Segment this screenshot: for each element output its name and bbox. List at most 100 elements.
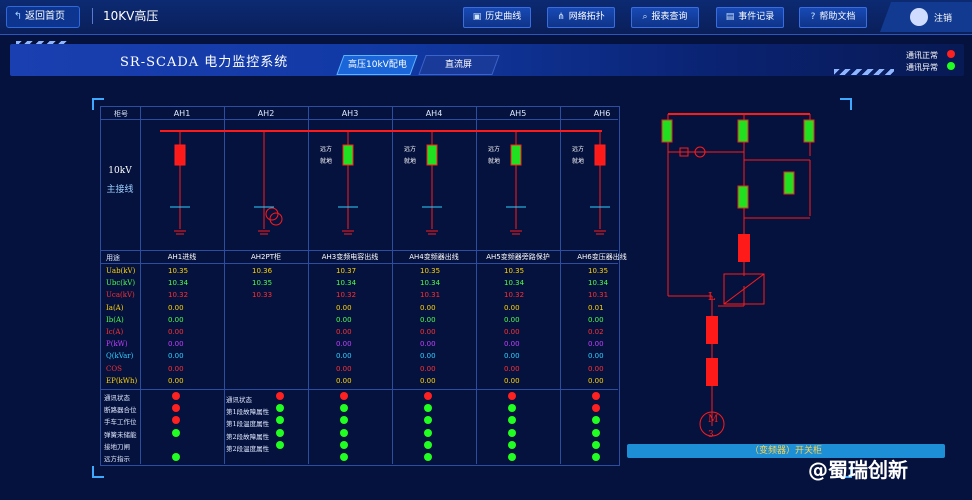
measure-value: 0.00	[336, 352, 352, 361]
purpose-ah1[interactable]: AH1进线	[140, 252, 224, 262]
page-title: 10KV高压	[92, 8, 158, 24]
purpose-header: 用途	[106, 254, 120, 262]
measure-value: 0.00	[420, 303, 436, 312]
measure-value: 0.00	[588, 352, 604, 361]
user-area[interactable]: 注销	[880, 2, 972, 32]
measure-value: 10.36	[252, 267, 273, 275]
measure-value: 0.00	[504, 340, 520, 349]
status-indicator	[172, 428, 180, 437]
measure-value: 0.00	[420, 352, 436, 361]
pt-status-label: 第2段温度属性	[226, 444, 270, 453]
status-label: 远方指示	[104, 455, 130, 463]
measure-value: 0.00	[336, 315, 352, 324]
breaker-icon	[174, 144, 186, 166]
status-indicator	[508, 404, 516, 413]
measure-label: COS	[106, 364, 122, 373]
breaker-icon	[426, 144, 438, 166]
main-bus-voltage: 10kV	[108, 166, 132, 176]
pt-status-label: 第1段故障属性	[226, 408, 270, 417]
nav-chart-button[interactable]: ▣ 历史曲线	[463, 7, 531, 28]
legend-comm-fault-label: 通讯异常	[906, 63, 938, 72]
nav-help-button[interactable]: ? 帮助文档	[799, 7, 867, 28]
status-indicator	[424, 416, 432, 425]
status-label: 断路器合位	[104, 406, 137, 415]
purpose-ah3[interactable]: AH3变频电容出线	[308, 252, 392, 262]
measure-value: 10.31	[420, 291, 441, 300]
status-indicator	[592, 416, 600, 425]
measure-value: 10.34	[336, 279, 357, 288]
status-indicator	[508, 440, 516, 449]
measure-value: 0.00	[588, 364, 604, 373]
purpose-ah4[interactable]: AH4变频器出线	[392, 252, 476, 262]
back-home-label: 返回首页	[25, 11, 65, 22]
status-label: 接地刀闸	[104, 442, 130, 451]
user-avatar-icon	[910, 8, 928, 26]
measure-value: 0.00	[168, 376, 184, 385]
status-label: 通讯状态	[104, 394, 130, 402]
measure-value: 0.00	[504, 328, 520, 336]
chart-icon: ▣	[472, 12, 482, 22]
purpose-ah5[interactable]: AH5变频器旁路保护	[476, 252, 560, 262]
column-header-ah1: AH1	[173, 109, 191, 118]
measure-value: 0.00	[168, 315, 184, 324]
measure-label: Uab(kV)	[106, 267, 136, 275]
status-indicator	[276, 392, 284, 400]
legend-comm-normal-label: 通讯正常	[906, 51, 938, 60]
measure-label: Ubc(kV)	[106, 279, 136, 288]
status-indicator	[340, 428, 348, 437]
measure-value: 0.00	[336, 328, 352, 336]
nav-search-button[interactable]: ⌕ 报表查询	[631, 7, 699, 28]
status-indicator	[424, 453, 432, 461]
measure-value: 0.00	[336, 376, 352, 385]
measure-value: 0.00	[504, 352, 520, 361]
nav-label: 网络拓扑	[568, 12, 605, 22]
measure-label: Uca(kV)	[106, 291, 135, 300]
status-indicator	[340, 392, 348, 400]
nav-topology-button[interactable]: ⋔ 网络拓扑	[547, 7, 615, 28]
main-bus-title: 10kV 主接线	[100, 166, 140, 195]
local-label: 就地	[320, 157, 332, 165]
back-home-button[interactable]: ↰ 返回首页	[6, 6, 80, 28]
status-indicator	[340, 416, 348, 425]
legend-comm-normal: 通讯正常	[906, 50, 955, 61]
status-indicator	[424, 392, 432, 400]
help-icon: ?	[810, 12, 816, 22]
document-icon: ▤	[725, 12, 735, 22]
measure-value: 10.32	[168, 291, 189, 300]
measure-value: 0.00	[504, 315, 520, 324]
pt-status-label: 第1段温度属性	[226, 420, 270, 429]
tab-hv-10kv[interactable]: 高压10kV配电	[336, 55, 418, 75]
status-indicator	[172, 453, 180, 461]
system-name: SR-SCADA 电力监控系统	[120, 55, 289, 70]
status-indicator	[424, 440, 432, 449]
legend-green-dot	[946, 62, 955, 70]
status-indicator	[340, 453, 348, 461]
corner-bl	[92, 466, 104, 478]
measure-value: 10.35	[168, 267, 189, 275]
nav-document-button[interactable]: ▤ 事件记录	[716, 7, 784, 28]
measure-value: 0.00	[420, 315, 436, 324]
status-indicator	[592, 440, 600, 449]
column-header-ah5: AH5	[509, 109, 527, 118]
measure-label: Ib(A)	[106, 315, 124, 324]
measure-value: 10.33	[252, 291, 273, 300]
remote-label: 远方	[320, 145, 332, 153]
logout-button[interactable]: 注销	[934, 11, 952, 24]
motor-label: M	[708, 414, 718, 425]
local-label: 就地	[488, 157, 500, 165]
measure-value: 0.00	[168, 364, 184, 373]
remote-label: 远方	[488, 145, 500, 153]
purpose-ah2[interactable]: AH2PT柜	[224, 252, 308, 262]
measure-value: 0.00	[504, 303, 520, 312]
breaker-icon	[510, 144, 522, 166]
legend-comm-fault: 通讯异常	[906, 62, 955, 73]
measure-value: 0.00	[588, 340, 604, 349]
status-indicator	[340, 440, 348, 449]
column-header-ah6: AH6	[593, 109, 611, 118]
measure-value: 0.00	[168, 352, 184, 361]
measure-value: 10.31	[588, 291, 609, 300]
status-indicator	[424, 428, 432, 437]
measure-value: 0.01	[588, 303, 604, 312]
tab-dc-panel[interactable]: 直流屏	[418, 55, 500, 75]
status-indicator	[592, 392, 600, 400]
